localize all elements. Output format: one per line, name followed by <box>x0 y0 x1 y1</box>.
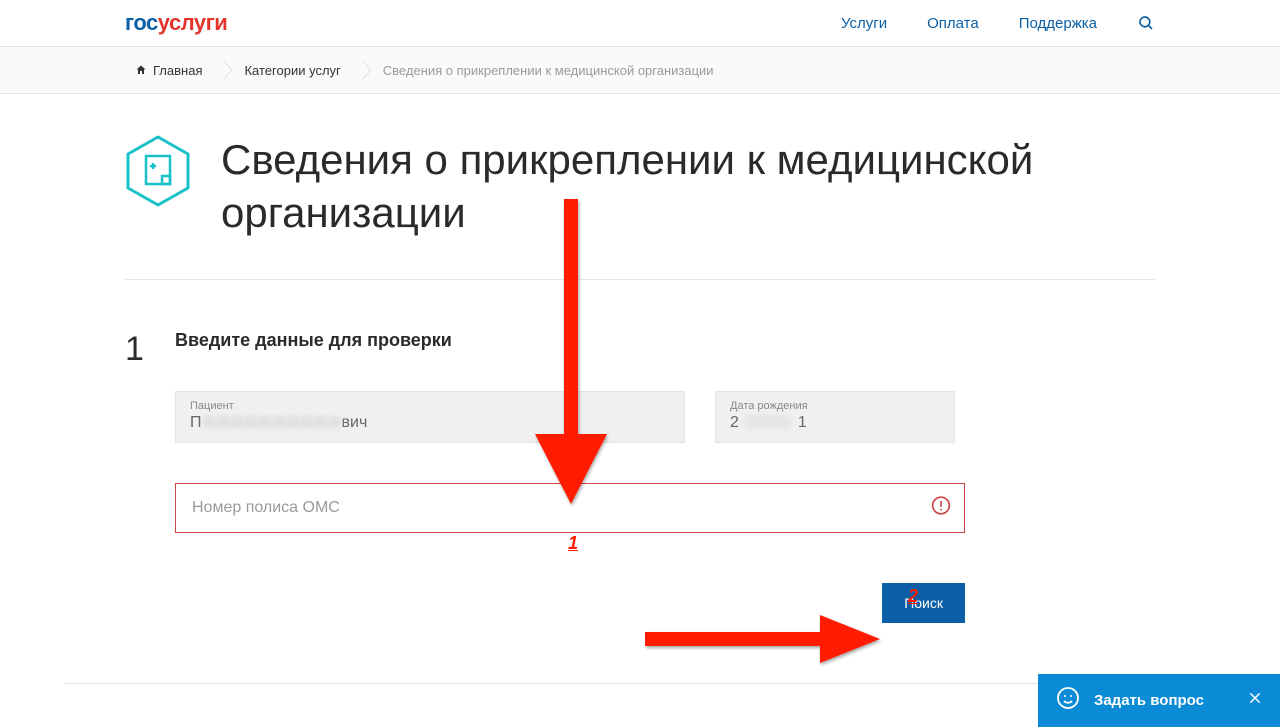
home-icon <box>135 64 147 76</box>
patient-label: Пациент <box>190 400 670 412</box>
chat-icon <box>1056 686 1080 715</box>
logo-part2: услуги <box>158 10 228 35</box>
logo-part1: гос <box>125 10 158 35</box>
breadcrumb-home[interactable]: Главная <box>125 59 224 81</box>
nav-payment[interactable]: Оплата <box>927 15 979 32</box>
breadcrumb-categories[interactable]: Категории услуг <box>234 59 362 81</box>
breadcrumb: Главная Категории услуг Сведения о прикр… <box>65 47 1215 93</box>
redacted-region <box>743 415 793 429</box>
breadcrumb-separator-icon <box>224 59 234 81</box>
step-title: Введите данные для проверки <box>175 330 1155 351</box>
top-nav: Услуги Оплата Поддержка <box>841 14 1155 32</box>
oms-number-input[interactable] <box>175 483 965 533</box>
patient-value: Пвич <box>190 414 670 432</box>
dob-label: Дата рождения <box>730 400 940 412</box>
dob-value: 2 1 <box>730 414 940 432</box>
nav-support[interactable]: Поддержка <box>1019 15 1097 32</box>
chat-label: Задать вопрос <box>1094 692 1204 709</box>
breadcrumb-separator-icon <box>363 59 373 81</box>
breadcrumb-current-label: Сведения о прикреплении к медицинской ор… <box>383 63 714 78</box>
logo[interactable]: госуслуги <box>125 10 227 36</box>
error-icon <box>931 496 951 521</box>
close-icon[interactable] <box>1248 691 1262 710</box>
redacted-region <box>202 415 342 429</box>
search-icon[interactable] <box>1137 14 1155 32</box>
dob-field: Дата рождения 2 1 <box>715 391 955 443</box>
breadcrumb-categories-label: Категории услуг <box>244 63 340 78</box>
breadcrumb-current: Сведения о прикреплении к медицинской ор… <box>373 59 736 81</box>
service-hex-icon <box>125 134 191 213</box>
breadcrumb-home-label: Главная <box>153 63 202 78</box>
nav-services[interactable]: Услуги <box>841 15 887 32</box>
patient-field: Пациент Пвич <box>175 391 685 443</box>
page-title: Сведения о прикреплении к медицинской ор… <box>221 134 1155 239</box>
chat-widget[interactable]: Задать вопрос <box>1038 674 1280 727</box>
search-button[interactable]: Поиск <box>882 583 965 623</box>
step-number: 1 <box>125 330 145 369</box>
